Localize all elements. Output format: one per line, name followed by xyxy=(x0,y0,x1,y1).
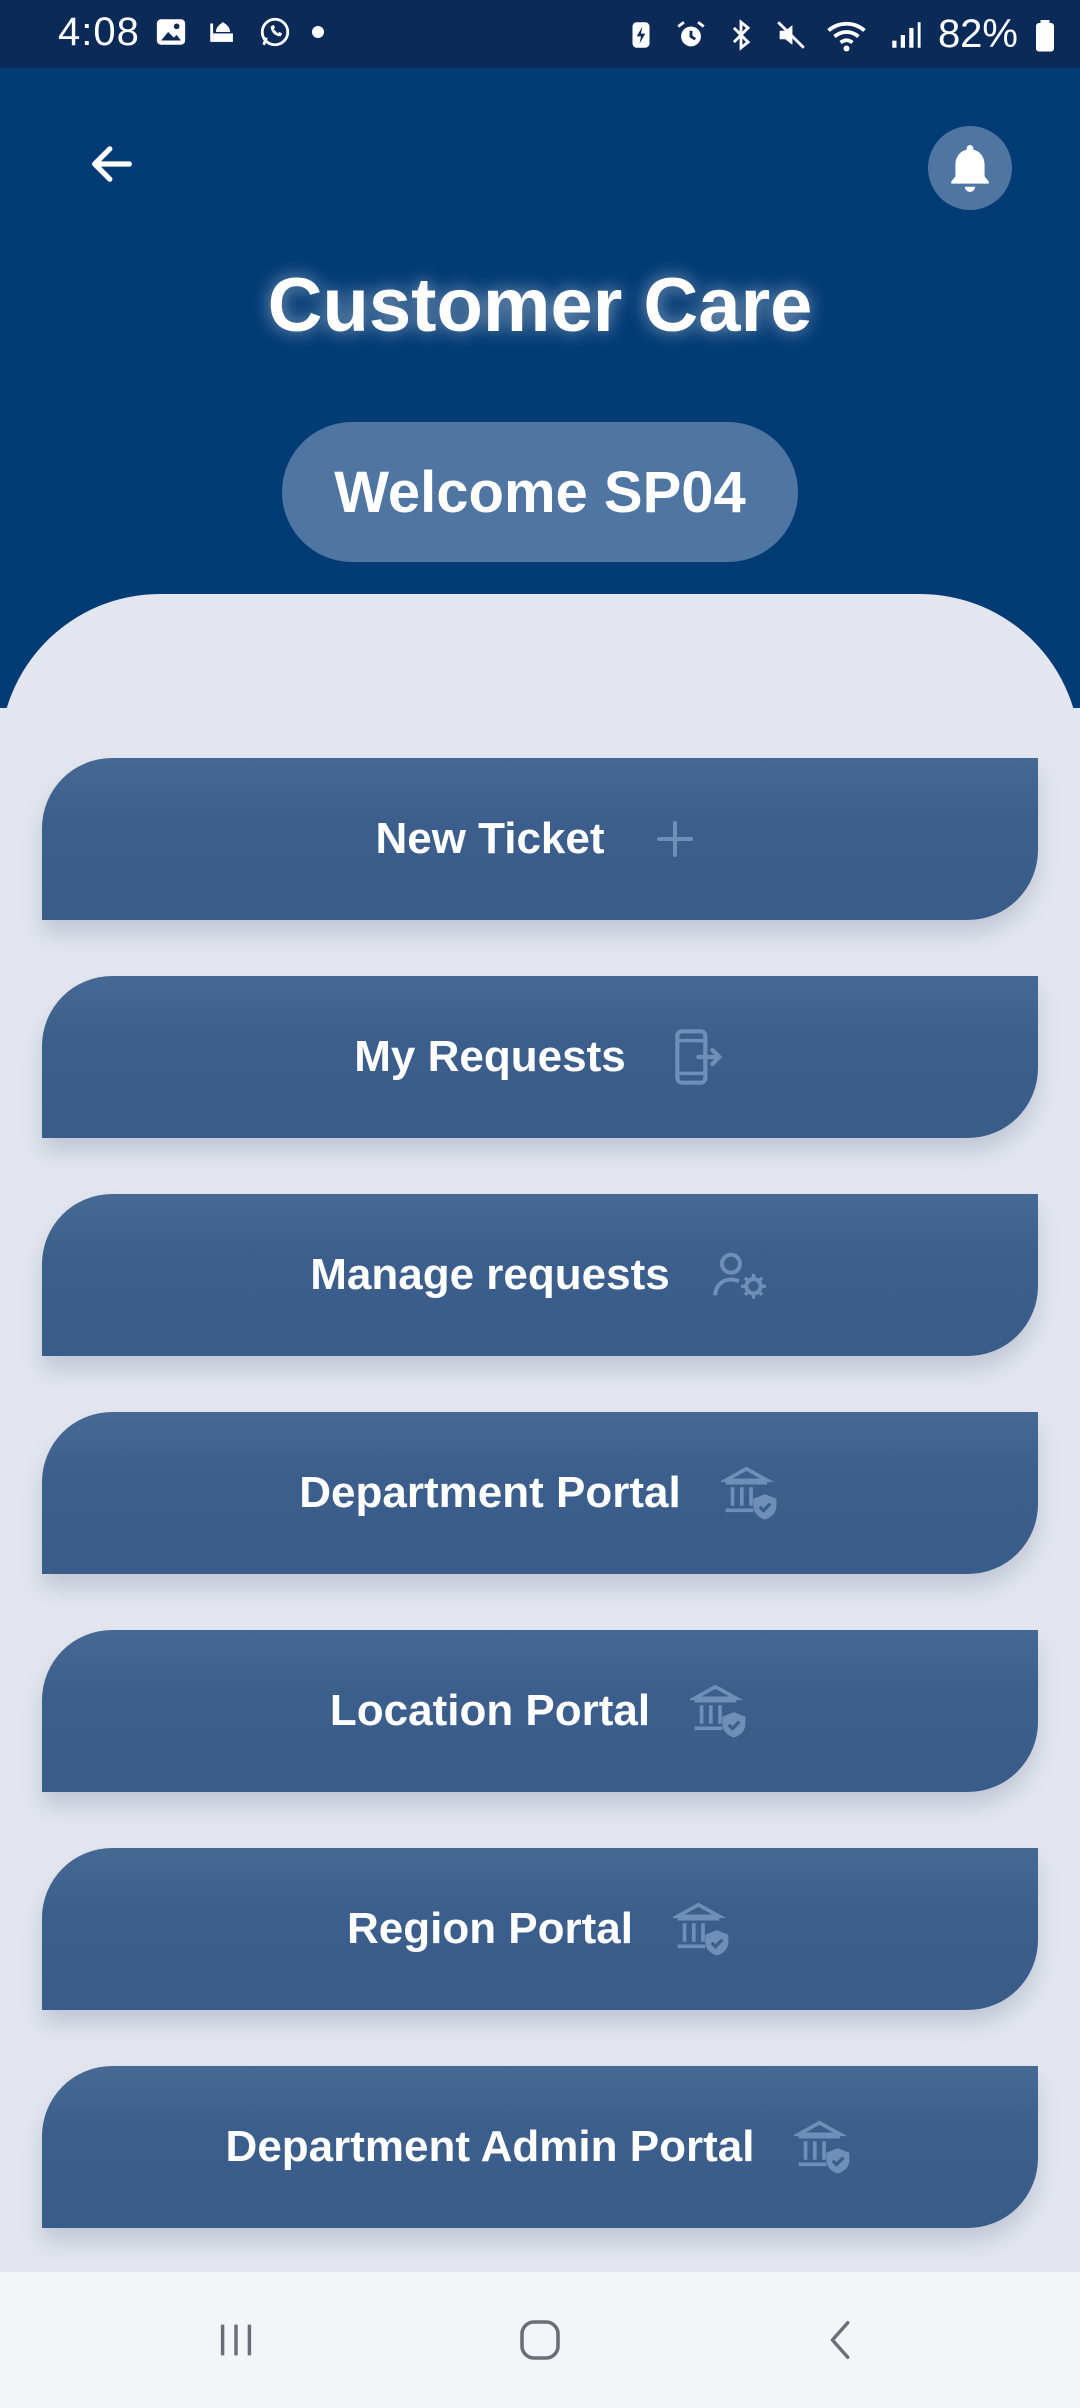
menu-label: New Ticket xyxy=(375,814,605,863)
welcome-text: Welcome SP04 xyxy=(334,459,746,525)
menu-label: Region Portal xyxy=(346,1904,634,1953)
region-portal-button[interactable]: Region Portal xyxy=(42,1848,1038,2010)
alarm-icon xyxy=(677,20,705,46)
menu-label: Manage requests xyxy=(310,1250,670,1299)
new-ticket-button[interactable]: New Ticket xyxy=(42,758,1038,920)
mosque-icon xyxy=(210,22,233,42)
status-left-icons xyxy=(154,14,326,50)
menu-label: Department Portal xyxy=(299,1468,681,1517)
recent-apps-icon[interactable] xyxy=(196,2300,276,2380)
welcome-badge: Welcome SP04 xyxy=(282,422,798,562)
status-bar: 4:08 82% xyxy=(0,0,1080,68)
page-title: Customer Care xyxy=(267,263,813,348)
manage-requests-button[interactable]: Manage requests xyxy=(42,1194,1038,1356)
dot-icon xyxy=(312,26,324,38)
whatsapp-icon xyxy=(260,17,290,47)
bank-shield-icon xyxy=(673,1899,733,1959)
my-requests-button[interactable]: My Requests xyxy=(42,976,1038,1138)
department-portal-button[interactable]: Department Portal xyxy=(42,1412,1038,1574)
menu-label: Department Admin Portal xyxy=(225,2122,755,2171)
back-button[interactable] xyxy=(80,132,144,196)
department-admin-portal-button[interactable]: Department Admin Portal xyxy=(42,2066,1038,2228)
phone-exit-icon xyxy=(666,1027,726,1087)
notifications-button[interactable] xyxy=(928,126,1012,210)
menu-label: My Requests xyxy=(354,1032,626,1081)
bluetooth-icon xyxy=(732,18,751,51)
plus-icon xyxy=(645,809,705,869)
menu-label: Location Portal xyxy=(329,1686,651,1735)
bank-shield-icon xyxy=(690,1681,750,1741)
arrow-left-icon xyxy=(92,146,132,182)
home-icon[interactable] xyxy=(500,2300,580,2380)
user-gear-icon xyxy=(710,1245,770,1305)
bell-icon xyxy=(951,145,989,192)
wifi-icon xyxy=(827,21,866,51)
battery-saver-icon xyxy=(632,21,650,48)
location-portal-button[interactable]: Location Portal xyxy=(42,1630,1038,1792)
back-icon[interactable] xyxy=(802,2300,882,2380)
bank-shield-icon xyxy=(794,2117,854,2177)
gallery-icon xyxy=(156,19,186,45)
bank-shield-icon xyxy=(720,1463,781,1523)
signal-icon xyxy=(892,21,921,48)
status-right-icons: 82% xyxy=(624,12,1056,57)
battery-icon xyxy=(1036,19,1054,51)
system-nav-bar xyxy=(0,2272,1080,2408)
mute-icon xyxy=(777,20,805,49)
battery-percentage: 82% xyxy=(937,12,1018,56)
menu-list: New Ticket My Requests Manage requests D… xyxy=(42,758,1038,2284)
status-time: 4:08 xyxy=(58,10,140,54)
